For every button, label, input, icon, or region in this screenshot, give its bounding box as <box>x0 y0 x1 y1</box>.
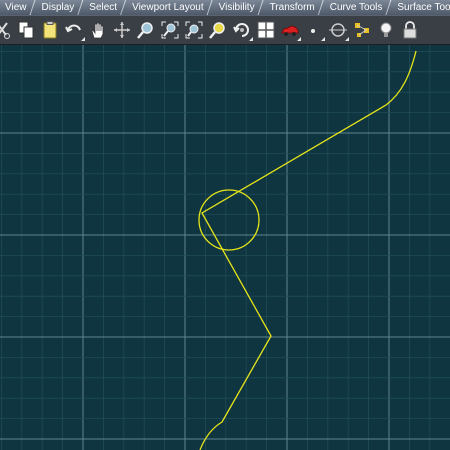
cut-icon <box>0 22 10 39</box>
tab-visibility[interactable]: Visibility <box>208 0 263 15</box>
polyline-curve[interactable] <box>199 50 417 450</box>
lock-button[interactable] <box>398 18 422 42</box>
circle-curve[interactable] <box>198 189 260 251</box>
flyout-indicator <box>341 37 349 41</box>
point-button[interactable] <box>302 18 326 42</box>
zoom-extents-button[interactable] <box>182 18 206 42</box>
object-snap-icon <box>355 23 369 37</box>
cut-button[interactable] <box>0 18 14 42</box>
lock-icon <box>403 21 417 39</box>
paste-button[interactable] <box>38 18 62 42</box>
zoom-button[interactable] <box>134 18 158 42</box>
tab-display[interactable]: Display <box>31 0 83 15</box>
zoom-icon <box>137 22 153 39</box>
rotate-view-button[interactable] <box>110 18 134 42</box>
flyout-indicator <box>317 37 325 41</box>
render-button[interactable] <box>278 18 302 42</box>
standard-toolbar <box>0 16 450 45</box>
rotate-button[interactable] <box>230 18 254 42</box>
flyout-indicator <box>245 37 253 41</box>
tab-select[interactable]: Select <box>78 0 125 15</box>
circle-button[interactable] <box>326 18 350 42</box>
zoom-selected-icon <box>209 22 225 39</box>
tab-view[interactable]: View <box>0 0 35 15</box>
zoom-selected-button[interactable] <box>206 18 230 42</box>
tab-viewport-layout[interactable]: Viewport Layout <box>121 0 212 15</box>
pan-hand-icon <box>91 22 104 39</box>
light-bulb-icon <box>380 22 392 37</box>
light-button[interactable] <box>374 18 398 42</box>
copy-icon <box>18 21 34 39</box>
undo-button[interactable] <box>62 18 86 42</box>
tab-transform[interactable]: Transform <box>259 0 323 15</box>
four-viewports-icon <box>257 21 275 39</box>
pan-button[interactable] <box>86 18 110 42</box>
tab-curve-tools[interactable]: Curve Tools <box>319 0 391 15</box>
tab-surface-tools[interactable]: Surface Tools <box>386 0 450 15</box>
flyout-indicator <box>293 37 301 41</box>
zoom-window-button[interactable] <box>158 18 182 42</box>
grid-lines <box>0 45 450 450</box>
rotate-view-icon <box>114 22 130 38</box>
copy-button[interactable] <box>14 18 38 42</box>
construction-plane-grid <box>0 45 450 450</box>
flyout-indicator <box>77 37 85 41</box>
paste-icon <box>43 21 57 39</box>
viewport-canvas[interactable] <box>0 45 450 450</box>
zoom-extents-icon <box>185 21 203 39</box>
command-tab-bar: View Display Select Viewport Layout Visi… <box>0 0 450 16</box>
object-snap-button[interactable] <box>350 18 374 42</box>
four-viewports-button[interactable] <box>254 18 278 42</box>
zoom-window-icon <box>161 21 179 39</box>
